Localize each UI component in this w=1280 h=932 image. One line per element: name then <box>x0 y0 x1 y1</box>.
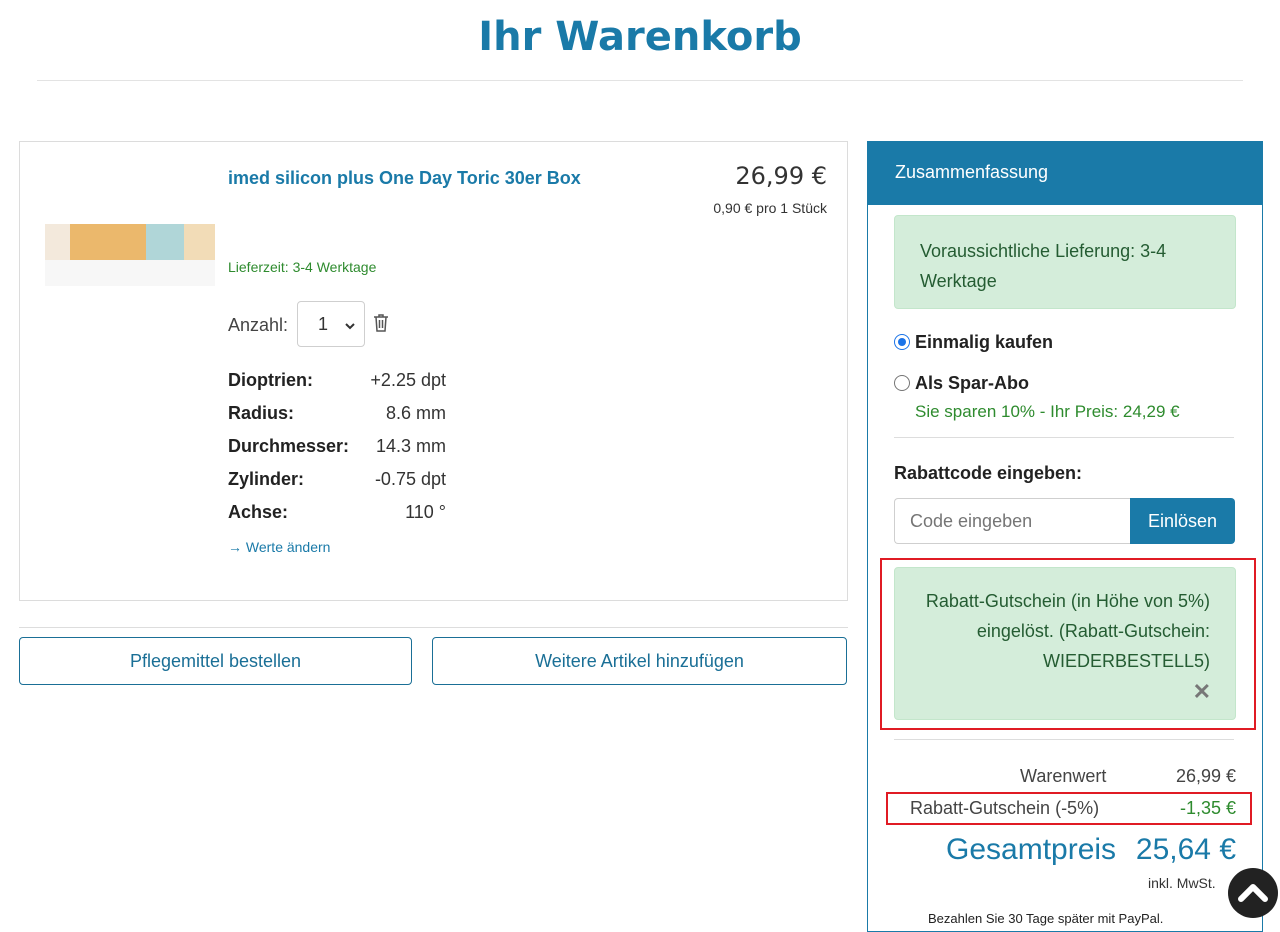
delivery-notice: Voraussichtliche Lieferung: 3-4 Werktage <box>894 215 1236 309</box>
product-price: 26,99 € <box>735 162 827 190</box>
chevron-down-icon <box>344 316 356 337</box>
close-icon[interactable]: ✕ <box>1193 679 1211 705</box>
cart-item-card: imed silicon plus One Day Toric 30er Box… <box>19 141 848 601</box>
scroll-to-top-button[interactable] <box>1228 868 1278 918</box>
goods-value-label: Warenwert <box>1020 766 1107 786</box>
unit-price: 0,90 € pro 1 Stück <box>713 200 827 216</box>
spec-value: +2.25 dpt <box>370 370 446 390</box>
summary-title: Zusammenfassung <box>895 162 1049 182</box>
image-swatch <box>45 224 70 260</box>
trash-icon[interactable] <box>373 313 389 338</box>
image-swatch <box>184 224 215 260</box>
vat-note: inkl. MwSt. <box>1148 875 1216 891</box>
divider <box>19 627 848 628</box>
add-more-items-button[interactable]: Weitere Artikel hinzufügen <box>432 637 847 685</box>
care-products-button[interactable]: Pflegemittel bestellen <box>19 637 412 685</box>
quantity-value: 1 <box>318 314 329 334</box>
spec-value: 110 ° <box>405 502 446 522</box>
coupon-notice-text: Rabatt-Gutschein (in Höhe von 5%) eingel… <box>925 591 1210 671</box>
coupon-input[interactable] <box>894 498 1130 544</box>
spec-value: 8.6 mm <box>385 403 446 423</box>
divider <box>894 739 1234 740</box>
quantity-label: Anzahl: <box>228 315 289 335</box>
paypal-note: Bezahlen Sie 30 Tage später mit PayPal. <box>928 911 1164 926</box>
product-image[interactable] <box>45 224 215 288</box>
spec-label: Achse: <box>228 502 289 522</box>
image-swatch <box>146 224 184 260</box>
title-divider <box>37 80 1243 81</box>
order-summary-panel: Zusammenfassung Voraussichtliche Lieferu… <box>867 141 1263 932</box>
abo-savings-text: Sie sparen 10% - Ihr Preis: 24,29 € <box>915 402 1180 421</box>
goods-value: 26,99 € <box>1175 766 1236 786</box>
spec-label: Radius: <box>228 403 295 423</box>
radio-abo[interactable] <box>894 375 910 391</box>
change-values-link[interactable]: → Werte ändern <box>228 539 330 555</box>
divider <box>894 437 1234 438</box>
radio-once[interactable] <box>894 334 910 350</box>
image-shadow <box>45 260 215 286</box>
spec-value: 14.3 mm <box>375 436 446 456</box>
total-label: Gesamtpreis <box>946 833 1117 866</box>
delivery-time: Lieferzeit: 3-4 Werktage <box>228 259 377 275</box>
coupon-label: Rabattcode eingeben: <box>894 463 1083 483</box>
total-value: 25,64 € <box>1135 833 1236 866</box>
chevron-up-icon <box>1238 884 1268 902</box>
option-abo-label[interactable]: Als Spar-Abo <box>915 373 1029 394</box>
discount-label: Rabatt-Gutschein (-5%) <box>910 798 1100 818</box>
summary-header: Zusammenfassung <box>868 141 1262 205</box>
option-once-label[interactable]: Einmalig kaufen <box>915 332 1053 353</box>
spec-value: -0.75 dpt <box>374 469 446 489</box>
coupon-notice: Rabatt-Gutschein (in Höhe von 5%) eingel… <box>894 567 1236 720</box>
redeem-button[interactable]: Einlösen <box>1130 498 1235 544</box>
image-swatch <box>70 224 146 260</box>
delivery-notice-text: Voraussichtliche Lieferung: 3-4 Werktage <box>920 241 1167 291</box>
page-title: Ihr Warenkorb <box>478 14 802 60</box>
product-name-link[interactable]: imed silicon plus One Day Toric 30er Box <box>228 168 581 189</box>
spec-label: Zylinder: <box>228 469 305 489</box>
discount-value: -1,35 € <box>1179 798 1236 818</box>
quantity-select[interactable]: 1 <box>297 301 365 347</box>
spec-label: Dioptrien: <box>228 370 313 390</box>
